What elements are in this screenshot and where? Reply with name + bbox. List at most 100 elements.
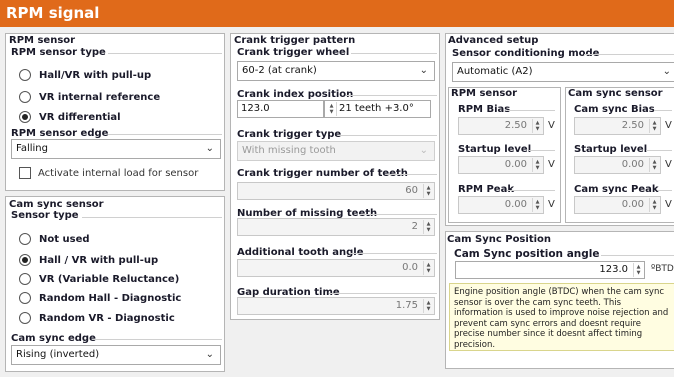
info-text: Engine position angle (BTDC) when the ca…	[454, 287, 669, 350]
cam-sync-angle-input[interactable]: 123.0 ▲ ▼	[455, 261, 645, 279]
radio-label: Hall / VR with pull-up	[39, 254, 159, 266]
cam-peak-label: Cam sync Peak	[574, 184, 659, 195]
sensor-conditioning-select[interactable]: Automatic (A2) ⌄	[452, 62, 674, 82]
radio-button[interactable]	[19, 312, 31, 324]
cam-sync-sensor-title: Cam sync sensor	[9, 199, 104, 210]
rpm-startup-label: Startup level	[458, 144, 532, 155]
separator	[359, 214, 437, 215]
radio-vr-variable-reluctance[interactable]: VR (Variable Reluctance)	[19, 271, 179, 287]
rpm-sensor-edge-select[interactable]: Falling ⌄	[11, 139, 221, 159]
cam-sync-position-panel: Cam Sync Position Cam Sync position angl…	[445, 231, 674, 369]
cam-startup-input[interactable]: 0.00 ▲ ▼	[574, 156, 661, 174]
rpm-sensor-title: RPM sensor	[9, 35, 76, 46]
checkbox[interactable]	[19, 167, 31, 179]
radio-random-vr-diagnostic[interactable]: Random VR - Diagnostic	[19, 310, 175, 326]
crank-index-position-note: ▲ ▼ 21 teeth +3.0°	[324, 100, 431, 118]
separator	[351, 53, 437, 54]
stepper-arrows-icon[interactable]: ▲ ▼	[423, 184, 433, 198]
rpm-startup-input[interactable]: 0.00 ▲ ▼	[458, 156, 544, 174]
radio-button-selected[interactable]	[19, 111, 31, 123]
input-value: 2.50	[504, 120, 527, 131]
cam-sensor-type-label: Sensor type	[11, 210, 79, 221]
cam-bias-input[interactable]: 2.50 ▲ ▼	[574, 117, 661, 135]
separator	[386, 174, 437, 175]
stepper-arrows-icon[interactable]: ▲ ▼	[327, 102, 337, 116]
radio-label: VR differential	[39, 111, 121, 123]
radio-button[interactable]	[19, 233, 31, 245]
input-value: 0.00	[504, 159, 527, 170]
checkbox-label: Activate internal load for sensor	[38, 167, 199, 179]
internal-load-checkbox[interactable]: Activate internal load for sensor	[19, 165, 198, 181]
separator	[329, 293, 437, 294]
chevron-down-icon: ⌄	[419, 65, 428, 76]
radio-random-hall-diagnostic[interactable]: Random Hall - Diagnostic	[19, 290, 181, 306]
teeth-count-label: Crank trigger number of teeth	[237, 168, 408, 179]
separator	[507, 190, 555, 191]
separator	[601, 255, 674, 256]
crank-index-position-label: Crank index position	[237, 89, 354, 100]
cam-sync-edge-select[interactable]: Rising (inverted) ⌄	[11, 345, 221, 365]
gap-duration-input[interactable]: 1.75 ▲ ▼	[237, 297, 435, 315]
advanced-setup-title: Advanced setup	[448, 35, 539, 46]
separator	[658, 190, 672, 191]
additional-tooth-angle-label: Additional tooth angle	[237, 247, 364, 258]
stepper-arrows-icon[interactable]: ▲ ▼	[532, 198, 542, 212]
input-value: 2.50	[621, 120, 644, 131]
unit-label: V	[548, 199, 555, 210]
stepper-arrows-icon[interactable]: ▲ ▼	[532, 158, 542, 172]
additional-tooth-angle-input[interactable]: 0.0 ▲ ▼	[237, 259, 435, 277]
crank-trigger-type-select[interactable]: With missing tooth ⌄	[237, 141, 435, 161]
cam-startup-label: Startup level	[574, 144, 648, 155]
select-value: Rising (inverted)	[16, 349, 100, 360]
select-value: Falling	[16, 143, 48, 154]
rpm-sensor-panel: RPM sensor RPM sensor type Hall/VR with …	[5, 33, 225, 191]
stepper-arrows-icon[interactable]: ▲ ▼	[649, 198, 659, 212]
stepper-arrows-icon[interactable]: ▲ ▼	[423, 220, 433, 234]
stepper-arrows-icon[interactable]: ▲ ▼	[532, 119, 542, 133]
input-value: 0.0	[402, 262, 418, 273]
chevron-down-icon: ⌄	[205, 143, 214, 154]
radio-hall-vr-with-pull-up[interactable]: Hall / VR with pull-up	[19, 252, 158, 268]
radio-vr-internal-reference[interactable]: VR internal reference	[19, 89, 160, 105]
input-value: 123.0	[241, 103, 270, 114]
missing-teeth-input[interactable]: 2 ▲ ▼	[237, 218, 435, 236]
separator	[584, 54, 674, 55]
rpm-peak-label: RPM Peak	[458, 184, 514, 195]
radio-button-selected[interactable]	[19, 254, 31, 266]
rpm-peak-input[interactable]: 0.00 ▲ ▼	[458, 196, 544, 214]
crank-index-position-input[interactable]: 123.0	[237, 100, 324, 118]
rpm-bias-input[interactable]: 2.50 ▲ ▼	[458, 117, 544, 135]
separator	[529, 150, 555, 151]
separator	[654, 110, 672, 111]
stepper-arrows-icon[interactable]: ▲ ▼	[423, 261, 433, 275]
radio-button[interactable]	[19, 91, 31, 103]
stepper-arrows-icon[interactable]: ▲ ▼	[649, 119, 659, 133]
teeth-offset-text: 21 teeth +3.0°	[339, 103, 414, 114]
radio-label: Not used	[39, 233, 90, 245]
crank-trigger-wheel-select[interactable]: 60-2 (at crank) ⌄	[237, 61, 435, 81]
radio-button[interactable]	[19, 292, 31, 304]
cam-peak-input[interactable]: 0.00 ▲ ▼	[574, 196, 661, 214]
crank-trigger-title: Crank trigger pattern	[234, 35, 356, 46]
unit-label: V	[548, 159, 555, 170]
stepper-arrows-icon[interactable]: ▲ ▼	[423, 299, 433, 313]
stepper-arrows-icon[interactable]: ▲ ▼	[633, 263, 643, 277]
separator	[507, 110, 555, 111]
unit-label: V	[665, 120, 672, 131]
radio-button[interactable]	[19, 69, 31, 81]
chevron-down-icon: ⌄	[662, 66, 671, 77]
stepper-arrows-icon[interactable]: ▲ ▼	[649, 158, 659, 172]
radio-vr-differential[interactable]: VR differential	[19, 109, 121, 125]
separator	[108, 134, 222, 135]
crank-trigger-type-label: Crank trigger type	[237, 129, 342, 140]
select-value: 60-2 (at crank)	[242, 65, 317, 76]
radio-label: Random VR - Diagnostic	[39, 312, 175, 324]
radio-label: VR (Variable Reluctance)	[39, 273, 180, 285]
cam-bias-label: Cam sync Bias	[574, 104, 655, 115]
radio-not-used[interactable]: Not used	[19, 231, 90, 247]
window-title: RPM signal	[0, 0, 674, 27]
rpm-sensor-type-label: RPM sensor type	[11, 47, 106, 58]
radio-button[interactable]	[19, 273, 31, 285]
teeth-count-input[interactable]: 60 ▲ ▼	[237, 182, 435, 200]
radio-hall-vr-pull-up[interactable]: Hall/VR with pull-up	[19, 67, 151, 83]
